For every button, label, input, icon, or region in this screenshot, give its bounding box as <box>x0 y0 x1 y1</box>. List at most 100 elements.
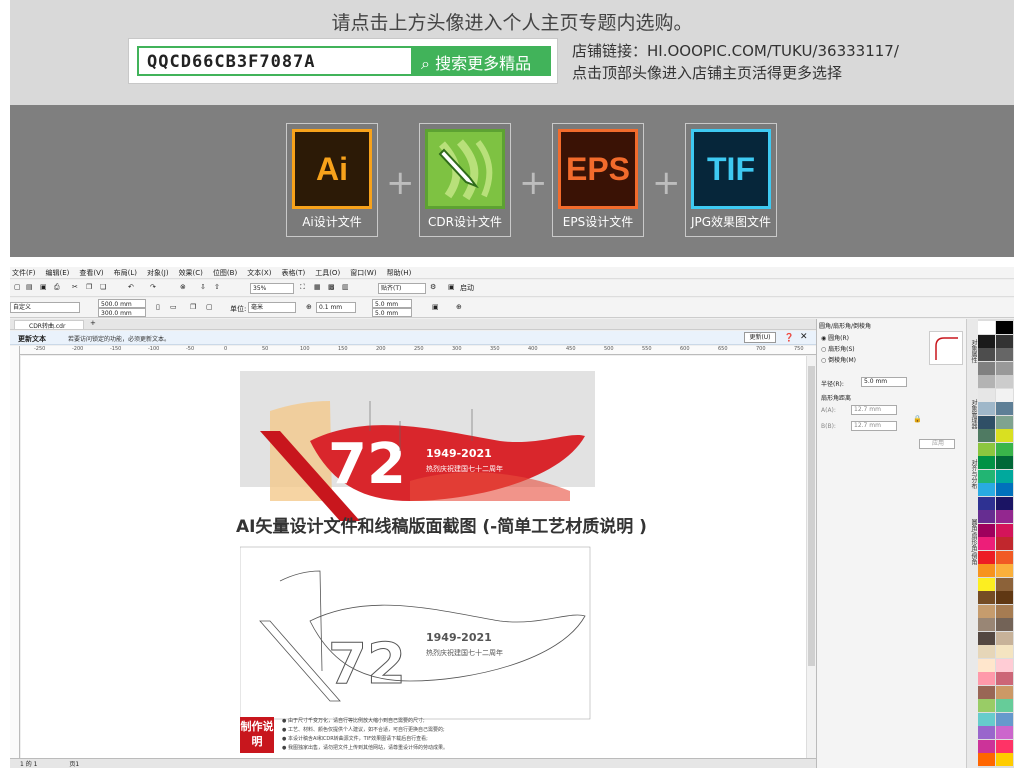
palette-swatch[interactable] <box>996 685 1013 699</box>
undo-icon[interactable]: ↶ <box>128 283 134 291</box>
palette-swatch[interactable] <box>978 726 995 739</box>
palette-swatch[interactable] <box>996 361 1013 375</box>
palette-swatch[interactable] <box>978 415 995 429</box>
palette-swatch[interactable] <box>978 402 995 415</box>
palette-swatch[interactable] <box>978 442 995 456</box>
save-icon[interactable]: ▣ <box>40 283 47 291</box>
new-file-icon[interactable]: ▢ <box>14 283 21 291</box>
palette-swatch[interactable] <box>996 604 1013 618</box>
radio-fillet[interactable]: ◉ 圆角(R) <box>821 333 849 342</box>
page-tab[interactable]: 页1 <box>69 761 79 768</box>
close-icon[interactable]: ✕ <box>800 332 808 342</box>
palette-swatch[interactable] <box>996 483 1013 496</box>
palette-swatch[interactable] <box>996 469 1013 483</box>
open-file-icon[interactable]: ▤ <box>26 283 33 291</box>
current-page-icon[interactable]: ▢ <box>206 303 213 311</box>
menu-item[interactable]: 效果(C) <box>179 268 203 278</box>
palette-swatch[interactable] <box>978 456 995 469</box>
menu-item[interactable]: 窗口(W) <box>350 268 376 278</box>
palette-swatch[interactable] <box>978 510 995 523</box>
scrollbar-thumb[interactable] <box>808 366 815 666</box>
palette-swatch[interactable] <box>978 739 995 753</box>
menu-item[interactable]: 文本(X) <box>247 268 271 278</box>
palette-swatch[interactable] <box>978 388 995 402</box>
landscape-icon[interactable]: ▭ <box>170 303 177 311</box>
menu-item[interactable]: 查看(V) <box>79 268 103 278</box>
palette-swatch[interactable] <box>996 753 1013 766</box>
palette-swatch[interactable] <box>978 321 995 334</box>
palette-swatch[interactable] <box>978 348 995 361</box>
palette-swatch[interactable] <box>978 631 995 645</box>
page-size-select[interactable]: 自定义 <box>10 302 80 313</box>
palette-swatch[interactable] <box>996 442 1013 456</box>
palette-swatch[interactable] <box>978 645 995 658</box>
import-icon[interactable]: ⇩ <box>200 283 206 291</box>
radius-input[interactable]: 5.0 mm <box>861 377 907 387</box>
palette-swatch[interactable] <box>978 699 995 712</box>
zoom-select[interactable]: 35% <box>250 283 294 294</box>
palette-swatch[interactable] <box>996 618 1013 631</box>
palette-swatch[interactable] <box>978 523 995 537</box>
nudge-distance-input[interactable]: 0.1 mm <box>316 302 356 313</box>
page-height-input[interactable]: 300.0 mm <box>98 308 146 317</box>
palette-swatch[interactable] <box>996 456 1013 469</box>
launch-label[interactable]: 启动 <box>460 283 474 293</box>
menu-item[interactable]: 对象(J) <box>147 268 169 278</box>
cut-icon[interactable]: ✂ <box>72 283 78 291</box>
menu-item[interactable]: 位图(B) <box>213 268 237 278</box>
menu-item[interactable]: 布局(L) <box>114 268 137 278</box>
palette-swatch[interactable] <box>996 645 1013 658</box>
treat-as-filled-icon[interactable]: ▣ <box>432 303 439 311</box>
palette-swatch[interactable] <box>996 726 1013 739</box>
duplicate-y-input[interactable]: 5.0 mm <box>372 308 412 317</box>
palette-swatch[interactable] <box>996 415 1013 429</box>
menu-item[interactable]: 文件(F) <box>12 268 36 278</box>
duplicate-x-input[interactable]: 5.0 mm <box>372 299 412 308</box>
palette-swatch[interactable] <box>996 712 1013 726</box>
palette-swatch[interactable] <box>978 753 995 766</box>
menu-item[interactable]: 帮助(H) <box>387 268 412 278</box>
print-icon[interactable]: ⎙ <box>54 283 60 292</box>
docker-side-tab[interactable]: 对象属性 <box>968 339 978 363</box>
palette-swatch[interactable] <box>978 658 995 672</box>
rulers-icon[interactable]: ▦ <box>314 283 321 291</box>
radio-scallop[interactable]: ○ 扇形角(S) <box>821 344 855 353</box>
new-tab-icon[interactable]: + <box>90 319 96 327</box>
palette-swatch[interactable] <box>996 523 1013 537</box>
palette-swatch[interactable] <box>996 510 1013 523</box>
palette-swatch[interactable] <box>978 591 995 604</box>
palette-swatch[interactable] <box>996 334 1013 348</box>
palette-swatch[interactable] <box>996 537 1013 550</box>
unit-select[interactable]: 毫米 <box>248 302 296 313</box>
palette-swatch[interactable] <box>996 739 1013 753</box>
full-screen-icon[interactable]: ⛶ <box>300 283 305 292</box>
palette-swatch[interactable] <box>978 577 995 591</box>
docker-side-tab[interactable]: 对象管理器 <box>968 399 978 429</box>
palette-swatch[interactable] <box>996 496 1013 510</box>
help-icon[interactable]: ❓ <box>784 333 794 342</box>
palette-swatch[interactable] <box>996 564 1013 577</box>
palette-swatch[interactable] <box>996 429 1013 442</box>
palette-swatch[interactable] <box>978 672 995 685</box>
snap-to-select[interactable]: 贴齐(T) <box>378 283 426 294</box>
redo-icon[interactable]: ↷ <box>150 283 156 291</box>
vertical-scrollbar[interactable] <box>806 356 816 758</box>
palette-swatch[interactable] <box>996 658 1013 672</box>
search-content-icon[interactable]: ⊗ <box>180 283 186 291</box>
b-input[interactable]: 12.7 mm <box>851 421 897 431</box>
menu-item[interactable]: 表格(T) <box>281 268 305 278</box>
options-gear-icon[interactable]: ⚙ <box>430 283 436 291</box>
palette-swatch[interactable] <box>978 604 995 618</box>
shop-link[interactable]: 店铺链接：HI.OOOPIC.COM/TUKU/36333117/ <box>572 40 899 62</box>
apply-button[interactable]: 应用 <box>919 439 955 449</box>
palette-swatch[interactable] <box>978 334 995 348</box>
palette-swatch[interactable] <box>978 429 995 442</box>
launch-icon[interactable]: ▣ <box>448 283 455 291</box>
palette-swatch[interactable] <box>978 564 995 577</box>
palette-swatch[interactable] <box>996 388 1013 402</box>
palette-swatch[interactable] <box>996 402 1013 415</box>
page-width-input[interactable]: 500.0 mm <box>98 299 146 308</box>
a-input[interactable]: 12.7 mm <box>851 405 897 415</box>
add-icon[interactable]: ⊕ <box>456 303 462 311</box>
palette-swatch[interactable] <box>978 685 995 699</box>
